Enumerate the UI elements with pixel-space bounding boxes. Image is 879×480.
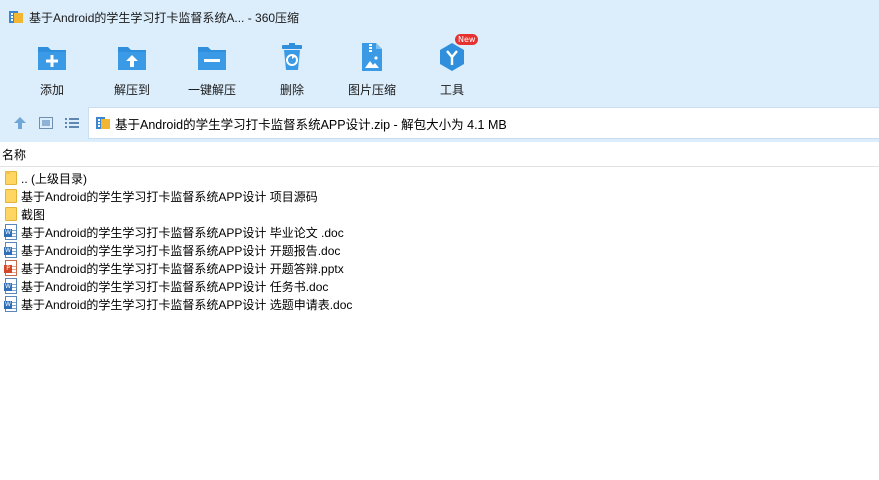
list-header: 名称: [0, 142, 879, 167]
thumbnail-view-icon: [39, 117, 53, 129]
tools-button[interactable]: New 工具: [417, 34, 487, 100]
list-item[interactable]: W 基于Android的学生学习打卡监督系统APP设计 毕业论文 .doc: [0, 223, 879, 241]
word-doc-icon: W: [3, 224, 19, 240]
extract-to-icon: [115, 40, 149, 74]
word-doc-icon: W: [3, 242, 19, 258]
word-doc-icon: W: [3, 278, 19, 294]
toolbar: 添加 解压到 一键解压 删除 图片压缩 New 工具: [0, 34, 879, 104]
image-compress-icon: [355, 40, 389, 74]
title-bar: 基于Android的学生学习打卡监督系统A... - 360压缩: [0, 0, 879, 34]
list-item[interactable]: 基于Android的学生学习打卡监督系统APP设计 项目源码: [0, 187, 879, 205]
folder-icon: [3, 206, 19, 222]
add-icon: [35, 40, 69, 74]
list-item[interactable]: W 基于Android的学生学习打卡监督系统APP设计 任务书.doc: [0, 277, 879, 295]
arrow-up-icon: [14, 117, 26, 129]
extract-to-button[interactable]: 解压到: [97, 38, 167, 100]
list-item[interactable]: 截图: [0, 205, 879, 223]
list-item[interactable]: P 基于Android的学生学习打卡监督系统APP设计 开题答辩.pptx: [0, 259, 879, 277]
view-list-button[interactable]: [63, 114, 81, 132]
add-button[interactable]: 添加: [17, 38, 87, 100]
word-doc-icon: W: [3, 296, 19, 312]
delete-button[interactable]: 删除: [257, 38, 327, 100]
list-item[interactable]: W 基于Android的学生学习打卡监督系统APP设计 开题报告.doc: [0, 241, 879, 259]
tools-icon: New: [435, 34, 479, 74]
image-compress-button[interactable]: 图片压缩: [337, 38, 407, 100]
folder-icon: [3, 188, 19, 204]
list-item[interactable]: .. (上级目录): [0, 169, 879, 187]
powerpoint-icon: P: [3, 260, 19, 276]
file-list: .. (上级目录) 基于Android的学生学习打卡监督系统APP设计 项目源码…: [0, 169, 879, 313]
app-zip-icon: [8, 9, 24, 25]
list-view-icon: [65, 118, 79, 128]
folder-icon: [3, 170, 19, 186]
zip-file-icon: [95, 115, 111, 131]
column-header-name[interactable]: 名称: [2, 146, 26, 163]
new-badge: New: [455, 34, 479, 45]
list-item[interactable]: W 基于Android的学生学习打卡监督系统APP设计 选题申请表.doc: [0, 295, 879, 313]
view-thumbnail-button[interactable]: [37, 114, 55, 132]
one-click-extract-button[interactable]: 一键解压: [177, 38, 247, 100]
archive-path: 基于Android的学生学习打卡监督系统APP设计.zip - 解包大小为 4.…: [115, 117, 507, 132]
delete-icon: [275, 40, 309, 74]
address-row: 基于Android的学生学习打卡监督系统APP设计.zip - 解包大小为 4.…: [0, 104, 879, 142]
one-click-extract-icon: [195, 40, 229, 74]
up-level-button[interactable]: [11, 114, 29, 132]
window-title: 基于Android的学生学习打卡监督系统A... - 360压缩: [29, 10, 300, 25]
address-bar[interactable]: 基于Android的学生学习打卡监督系统APP设计.zip - 解包大小为 4.…: [88, 107, 879, 139]
